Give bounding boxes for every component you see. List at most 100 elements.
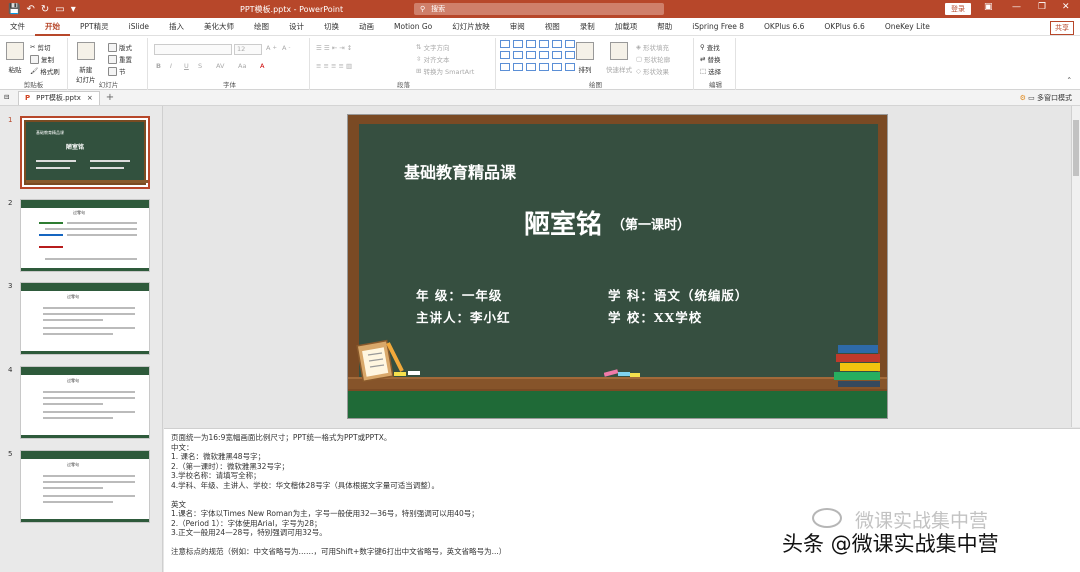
shape-outline-button[interactable]: ▢ 形状轮廓 (636, 54, 670, 64)
shrink-font-button[interactable]: A- (282, 44, 290, 52)
tab-islide[interactable]: iSlide (119, 18, 159, 36)
slide-thumbnail-5[interactable]: 过零句 (20, 450, 150, 523)
restore-button[interactable]: ❐ (1038, 2, 1046, 12)
tab-motion-go[interactable]: Motion Go (384, 18, 442, 36)
char-spacing-icon[interactable]: AV (216, 62, 224, 70)
shape-fill-button[interactable]: ◈ 形状填充 (636, 42, 669, 52)
document-tab[interactable]: P PPT模板.pptx × (18, 90, 100, 105)
collapse-ribbon-icon[interactable]: ⌃ (1067, 76, 1072, 84)
tab-help[interactable]: 帮助 (647, 18, 682, 36)
layout-button[interactable]: 版式 (108, 42, 132, 52)
select-button[interactable]: ⬚ 选择 (700, 66, 721, 76)
new-slide-button[interactable]: 新建 幻灯片 (76, 42, 96, 84)
present-icon[interactable]: ▭ (55, 4, 64, 15)
slide-thumbnail-1[interactable]: 基础教育精品课 陋室铭 (20, 116, 150, 189)
mini-title: 过零句 (73, 210, 85, 215)
current-slide[interactable]: 基础教育精品课 陋室铭 （第一课时） 年 级：一年级 学 科：语文（统编版） 主… (347, 114, 888, 419)
save-icon[interactable]: 💾 (8, 4, 20, 15)
clipboard-label: 剪贴板 (23, 81, 44, 89)
tab-design[interactable]: 设计 (279, 18, 314, 36)
slide-thumbnail-4[interactable]: 过零句 (20, 366, 150, 439)
school-field[interactable]: 学 校：XX学校 (608, 307, 702, 326)
thumb-number: 3 (8, 282, 13, 290)
customize-qat-icon[interactable]: ▾ (71, 4, 76, 15)
ribbon-display-icon[interactable]: ▣ (984, 2, 993, 12)
shapes-gallery[interactable] (500, 40, 575, 72)
paste-button[interactable]: 粘贴 (6, 42, 24, 74)
text-direction-button[interactable]: ⇅ 文字方向 (416, 42, 449, 52)
grade-field[interactable]: 年 级：一年级 (416, 285, 502, 304)
align-text-button[interactable]: ⇳ 对齐文本 (416, 54, 449, 64)
strikethrough-button[interactable]: S (198, 62, 202, 70)
scrollbar-thumb[interactable] (1073, 120, 1079, 176)
quick-styles-button[interactable]: 快速样式 (606, 42, 632, 74)
bold-button[interactable]: B (156, 62, 161, 70)
smartart-button[interactable]: ⊞ 转换为 SmartArt (416, 66, 474, 76)
doc-menu-icon[interactable]: ⊟ (4, 93, 9, 101)
teacher-field[interactable]: 主讲人：李小红 (416, 307, 511, 326)
scissors-icon: ✂ (30, 43, 36, 51)
minimize-button[interactable]: — (1012, 2, 1021, 12)
multi-window-toggle[interactable]: ⚙ ▭ 多窗口模式 (1020, 93, 1072, 103)
tab-draw[interactable]: 绘图 (244, 18, 279, 36)
font-name-select[interactable] (154, 44, 232, 55)
ppt-file-icon: P (25, 93, 31, 102)
reset-button[interactable]: 重置 (108, 54, 132, 64)
tab-addins[interactable]: 加载项 (605, 18, 648, 36)
replace-button[interactable]: ⇄ 替换 (700, 54, 720, 64)
tab-insert[interactable]: 插入 (159, 18, 194, 36)
tab-file[interactable]: 文件 (0, 18, 35, 36)
tab-slideshow[interactable]: 幻灯片放映 (442, 18, 500, 36)
underline-button[interactable]: U (184, 62, 189, 70)
tab-transitions[interactable]: 切换 (314, 18, 349, 36)
tab-okplus-2[interactable]: OKPlus 6.6 (814, 18, 874, 36)
font-color-icon[interactable]: A (260, 62, 264, 70)
subject-field[interactable]: 学 科：语文（统编版） (608, 285, 748, 304)
mini-course: 基础教育精品课 (36, 130, 64, 135)
find-button[interactable]: ⚲ 查找 (700, 42, 720, 52)
copy-button[interactable]: 复制 (30, 54, 54, 64)
tab-meihua[interactable]: 美化大师 (194, 18, 244, 36)
brush-icon: 🖌 (30, 67, 39, 75)
shape-effects-button[interactable]: ◇ 形状效果 (636, 66, 669, 76)
tab-home[interactable]: 开始 (35, 18, 70, 36)
cut-button[interactable]: ✂ 剪切 (30, 42, 50, 52)
search-box[interactable]: ⚲ 搜索 (414, 3, 664, 15)
change-case-icon[interactable]: Aa (238, 62, 246, 70)
mini-title: 过零句 (67, 294, 79, 299)
tab-ispring[interactable]: iSpring Free 8 (682, 18, 754, 36)
slide-editing-canvas[interactable]: 基础教育精品课 陋室铭 （第一课时） 年 级：一年级 学 科：语文（统编版） 主… (164, 106, 1069, 427)
chalk-pieces (394, 371, 420, 376)
add-tab-button[interactable]: + (106, 92, 114, 103)
tab-record[interactable]: 录制 (570, 18, 605, 36)
font-size-select[interactable]: 12 (234, 44, 262, 55)
close-tab-icon[interactable]: × (87, 92, 93, 105)
section-button[interactable]: 节 (108, 66, 126, 76)
tab-okplus-1[interactable]: OKPlus 6.6 (754, 18, 814, 36)
align-icons[interactable]: ≡ ≡ ≡ ≡ ▥ (316, 62, 352, 70)
bullets-icon[interactable]: ☰ ☰ ⇤ ⇥ ↕ (316, 44, 352, 52)
arrange-button[interactable]: 排列 (576, 42, 594, 74)
mini-text-line (43, 397, 135, 399)
ribbon-tabs: 文件 开始 PPT精灵 iSlide 插入 美化大师 绘图 设计 切换 动画 M… (0, 18, 1080, 36)
tab-view[interactable]: 视图 (535, 18, 570, 36)
mini-arrow (39, 246, 63, 248)
grow-font-button[interactable]: A + (266, 44, 277, 52)
slide-thumbnail-3[interactable]: 过零句 (20, 282, 150, 355)
course-name[interactable]: 基础教育精品课 (404, 159, 516, 183)
tab-review[interactable]: 审阅 (500, 18, 535, 36)
redo-icon[interactable]: ↻ (41, 4, 49, 15)
italic-button[interactable]: I (170, 62, 172, 70)
format-painter-button[interactable]: 🖌 格式刷 (30, 66, 60, 76)
slide-title[interactable]: 陋室铭 (524, 204, 602, 241)
close-button[interactable]: ✕ (1062, 2, 1070, 12)
slide-subtitle[interactable]: （第一课时） (612, 214, 690, 233)
tab-ppt-jingling[interactable]: PPT精灵 (70, 18, 119, 36)
share-button[interactable]: 共享 (1050, 21, 1074, 35)
tab-animations[interactable]: 动画 (349, 18, 384, 36)
slide-thumbnail-2[interactable]: 过零句 (20, 199, 150, 272)
canvas-vertical-scrollbar[interactable] (1071, 106, 1080, 427)
tab-onekey-lite[interactable]: OneKey Lite (875, 18, 940, 36)
login-button[interactable]: 登录 (945, 3, 971, 15)
undo-icon[interactable]: ↶ (26, 4, 34, 15)
